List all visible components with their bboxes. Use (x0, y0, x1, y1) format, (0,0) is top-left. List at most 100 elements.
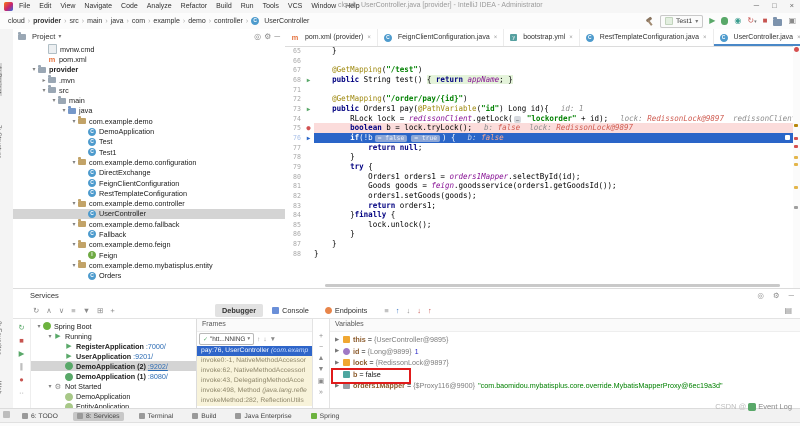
code-line-86[interactable]: 86 } (285, 229, 793, 239)
code-line-76[interactable]: 76▶ if(!b= false= true) {b: false (285, 133, 793, 143)
tree-item-fallback[interactable]: CFallback (13, 229, 285, 239)
tree-item-com-example-demo[interactable]: ▾com.example.demo (13, 116, 285, 126)
menu-icon[interactable]: ≡ (384, 306, 388, 315)
service-spring-boot[interactable]: ▾Spring Boot (31, 321, 196, 331)
tree-item-java[interactable]: ▾java (13, 106, 285, 116)
code-line-71[interactable]: 71 (285, 85, 793, 95)
watch-toolbar-icon-0[interactable]: + (319, 333, 323, 340)
stack-frame[interactable]: pay:76, UserController (com.examp (197, 346, 312, 356)
code-line-82[interactable]: 82 orders1.setGoods(goods); (285, 191, 793, 201)
editor-tab-bootstrap-yml[interactable]: ybootstrap.yml× (504, 29, 580, 46)
tool-stripe-project[interactable]: 1: Project (0, 63, 2, 96)
group-icon[interactable]: ≡ (71, 306, 75, 315)
menu-file[interactable]: File (19, 3, 30, 10)
line-number[interactable]: 88 (285, 250, 301, 260)
service-userapplication[interactable]: ▶UserApplication:9201/ (31, 351, 196, 361)
code-line-73[interactable]: 73▶ public Orders1 pay(@PathVariable("id… (285, 104, 793, 114)
breadcrumb-item-example[interactable]: example (153, 18, 179, 25)
collapse-icon[interactable]: ∨ (59, 306, 65, 315)
stack-frame[interactable]: invoke:498, Method (java.lang.refle (197, 386, 312, 396)
code-line-83[interactable]: 83 return orders1; (285, 201, 793, 211)
tree-item-src[interactable]: ▾src (13, 85, 285, 95)
code-line-68[interactable]: 68▶ public String test() { return appNam… (285, 75, 793, 85)
menu-tools[interactable]: Tools (263, 3, 279, 10)
service-demoapplication[interactable]: DemoApplication (31, 392, 196, 402)
tree-item-com-example-demo-feign[interactable]: ▾com.example.demo.feign (13, 240, 285, 250)
code-line-80[interactable]: 80 Orders1 orders1 = orders1Mapper.selec… (285, 172, 793, 182)
stop-button[interactable]: ■ (763, 17, 768, 25)
tree-item-test1[interactable]: CTest1 (13, 147, 285, 157)
menu-view[interactable]: View (60, 3, 75, 10)
float-icon[interactable]: ◎ (757, 291, 764, 300)
service-port-link[interactable]: :7000/ (146, 342, 166, 351)
expand-icon[interactable]: ∧ (46, 306, 52, 315)
error-stripe[interactable] (793, 46, 800, 288)
tree-item-resttemplateconfiguration[interactable]: CRestTemplateConfiguration (13, 188, 285, 198)
gear-icon[interactable]: ⚙ (264, 32, 271, 41)
hide-icon[interactable]: ─ (789, 291, 794, 300)
more-icon[interactable]: ·· (19, 388, 24, 397)
code-line-74[interactable]: 74 RLock lock = redissonClient.getLock(…… (285, 114, 793, 124)
tree-item-main[interactable]: ▾main (13, 95, 285, 105)
service-running[interactable]: ▾▶Running (31, 331, 196, 341)
editor-tab-usercontroller-java[interactable]: CUserController.java× (714, 29, 800, 46)
watch-toolbar-icon-5[interactable]: » (319, 389, 323, 396)
tree-item--mvn[interactable]: ▸.mvn (13, 75, 285, 85)
service-port-link[interactable]: :9202/ (148, 362, 168, 371)
breadcrumb-item-provider[interactable]: provider (33, 18, 61, 25)
menu-window[interactable]: Window (311, 3, 336, 10)
service-demoapplication--2-[interactable]: DemoApplication (2):9202/ (31, 361, 196, 371)
breadcrumb-item-demo[interactable]: demo (188, 18, 206, 25)
debugger-tab-endpoints[interactable]: Endpoints (318, 304, 374, 317)
download-red-icon[interactable]: ↓ (417, 306, 421, 315)
pause-icon[interactable]: ∥ (20, 362, 24, 371)
tree-item-feign[interactable]: IFeign (13, 250, 285, 260)
tree-item-orders[interactable]: COrders (13, 271, 285, 281)
tool-stripe-web[interactable]: Web (0, 381, 2, 394)
breadcrumb-item-java[interactable]: java (111, 18, 124, 25)
menu-run[interactable]: Run (241, 3, 254, 10)
debug-button[interactable] (721, 17, 728, 25)
menu-edit[interactable]: Edit (39, 3, 51, 10)
breadcrumb-item-controller[interactable]: controller (214, 18, 243, 25)
maximize-window-button[interactable]: □ (772, 1, 777, 10)
code-line-75[interactable]: 75● boolean b = lock.tryLock();b: false … (285, 123, 793, 133)
restart-button[interactable]: ↻▾ (747, 17, 756, 26)
filter-icon[interactable]: ▼ (270, 336, 276, 343)
tree-item-com-example-demo-configuration[interactable]: ▾com.example.demo.configuration (13, 157, 285, 167)
breadcrumb-item-cloud[interactable]: cloud (8, 18, 25, 25)
toolwindow-button-spring[interactable]: Spring (307, 412, 344, 421)
tree-item-test[interactable]: CTest (13, 137, 285, 147)
debugger-tab-console[interactable]: Console (265, 304, 316, 317)
tree-item-mvnw-cmd[interactable]: mvnw.cmd (13, 44, 285, 54)
filter-icon[interactable]: ▼ (83, 306, 90, 315)
upload-red-icon[interactable]: ↑ (428, 306, 432, 315)
expand-arrow-icon[interactable]: ▶ (335, 360, 343, 366)
plus-icon[interactable]: + (110, 306, 114, 315)
code-line-79[interactable]: 79 try { (285, 162, 793, 172)
tree-item-directexchange[interactable]: CDirectExchange (13, 168, 285, 178)
chevron-down-icon[interactable]: ▾ (58, 33, 61, 40)
tree-item-com-example-demo-fallback[interactable]: ▾com.example.demo.fallback (13, 219, 285, 229)
code-line-81[interactable]: 81 Goods goods = feign.goodsservice(orde… (285, 181, 793, 191)
service-port-link[interactable]: :8080/ (148, 372, 168, 381)
frame-up-icon[interactable]: ↑ (257, 336, 260, 343)
project-panel-title[interactable]: Project (32, 32, 55, 41)
tool-stripe-structure[interactable]: 7: Structure (0, 125, 2, 159)
close-tab-icon[interactable]: × (569, 35, 573, 41)
tree-item-usercontroller[interactable]: CUserController (13, 209, 285, 219)
toolwindow-button-6--todo[interactable]: 6: TODO (18, 412, 62, 421)
locate-file-icon[interactable]: ◎ (254, 32, 261, 41)
coverage-button[interactable]: ◉ (734, 17, 741, 25)
service-not-started[interactable]: ▾⚙Not Started (31, 382, 196, 392)
run-button[interactable]: ▶ (709, 17, 715, 25)
tool-stripe-favorites[interactable]: 2: Favorites (0, 321, 2, 355)
editor-tab-pom-xml--provider-[interactable]: mpom.xml (provider)× (285, 29, 378, 46)
settings-icon[interactable]: ⚙ (773, 291, 780, 300)
menu-refactor[interactable]: Refactor (181, 3, 207, 10)
tree-item-com-example-demo-mybatisplus-entity[interactable]: ▾com.example.demo.mybatisplus.entity (13, 260, 285, 270)
menu-build[interactable]: Build (216, 3, 232, 10)
frame-down-icon[interactable]: ↓ (263, 336, 266, 343)
toolwindow-button-java-enterprise[interactable]: Java Enterprise (231, 412, 295, 421)
toolwindow-button-terminal[interactable]: Terminal (135, 412, 178, 421)
